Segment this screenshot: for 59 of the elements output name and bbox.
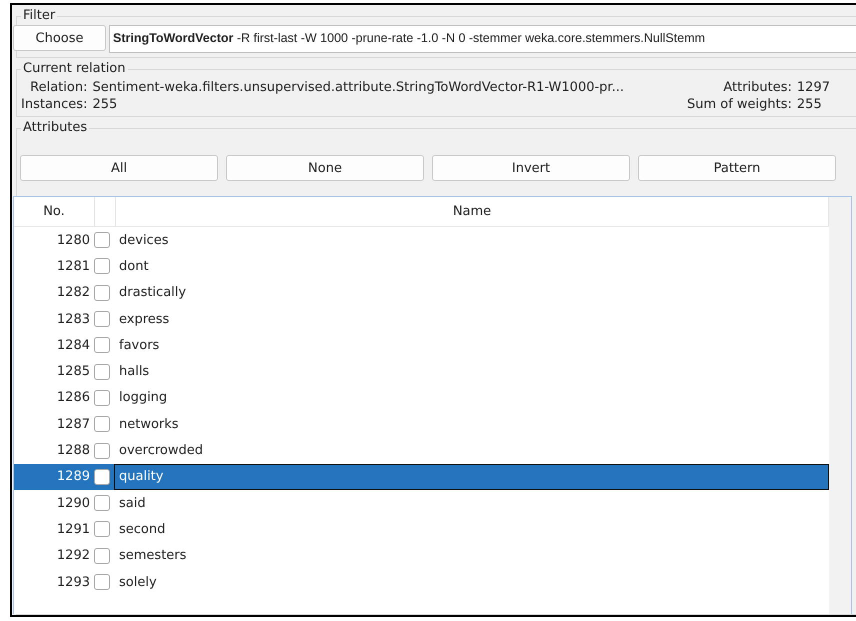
row-number: 1285 — [56, 364, 90, 380]
instances-label: Instances: — [21, 97, 88, 112]
attributes-label: Attributes: — [722, 80, 792, 95]
row-number: 1287 — [56, 416, 90, 432]
relation-label: Relation: — [29, 80, 88, 95]
checkbox[interactable] — [94, 311, 110, 328]
row-number: 1288 — [56, 443, 90, 458]
select-button[interactable]: None — [226, 155, 424, 181]
row-number: 1281 — [56, 258, 90, 274]
weights-value: 255 — [796, 97, 823, 112]
relation-value: Sentiment-weka.filters.unsupervised.attribute.StringToWordVector-R1-W1000-pr... — [92, 80, 625, 95]
select-button[interactable]: Pattern — [638, 155, 836, 181]
attribute-name: devices — [118, 232, 170, 250]
attribute-row[interactable]: 1289 quality — [14, 464, 829, 490]
checkbox[interactable] — [94, 284, 110, 301]
checkbox[interactable] — [94, 232, 110, 248]
attribute-name: overcrowded — [118, 442, 204, 460]
attributes-value: 1297 — [796, 80, 830, 95]
select-button[interactable]: All — [20, 155, 218, 181]
checkbox[interactable] — [94, 416, 110, 432]
checkbox[interactable] — [94, 442, 110, 459]
choose-button[interactable]: Choose — [13, 25, 106, 51]
column-header[interactable]: Name — [116, 197, 829, 226]
checkbox[interactable] — [94, 258, 110, 274]
checkbox[interactable] — [94, 548, 110, 564]
attribute-name: networks — [118, 416, 180, 434]
attribute-name: halls — [118, 363, 150, 382]
row-number: 1283 — [56, 312, 90, 327]
instances-value: 255 — [92, 97, 118, 112]
checkbox[interactable] — [94, 364, 110, 380]
attribute-name: favors — [118, 336, 160, 355]
checkbox[interactable] — [94, 521, 110, 538]
checkbox[interactable] — [94, 495, 110, 512]
attribute-name: dont — [118, 258, 150, 276]
checkbox[interactable] — [94, 468, 110, 485]
checkbox[interactable] — [94, 390, 110, 406]
attribute-name: said — [118, 494, 147, 513]
row-number: 1284 — [56, 338, 90, 353]
column-header[interactable]: No. — [14, 197, 95, 226]
row-number: 1282 — [56, 285, 90, 300]
row-number: 1290 — [56, 496, 90, 511]
row-number: 1289 — [56, 469, 90, 484]
filter-field[interactable]: StringToWordVector -R first-last -W 1000 -prune-rate -1.0 -N 0 -stemmer weka.core.stemmers.NullStemm — [109, 25, 856, 53]
row-number: 1286 — [56, 390, 90, 406]
attribute-name: quality — [114, 464, 829, 490]
attribute-name: solely — [118, 574, 158, 592]
row-number: 1280 — [56, 232, 90, 248]
row-number: 1293 — [56, 574, 90, 590]
attribute-name: express — [118, 310, 170, 329]
attribute-name: logging — [118, 389, 168, 408]
checkbox[interactable] — [94, 337, 110, 354]
row-number: 1291 — [56, 522, 90, 537]
attribute-name: second — [118, 520, 166, 539]
checkbox[interactable] — [94, 574, 110, 590]
attribute-name: drastically — [118, 284, 188, 302]
row-number: 1292 — [56, 548, 90, 564]
attribute-name: semesters — [118, 547, 188, 566]
select-button[interactable]: Invert — [432, 155, 630, 181]
weights-label: Sum of weights: — [686, 97, 792, 112]
